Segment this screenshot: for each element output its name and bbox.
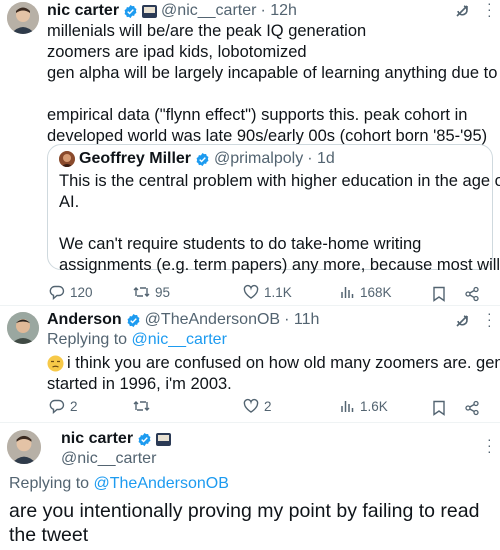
repost-count: 95: [155, 284, 171, 300]
replying-to-link[interactable]: @TheAndersonOB: [94, 475, 229, 492]
more-icon[interactable]: · · ·: [487, 306, 492, 332]
quote-text: This is the central problem with higher …: [59, 171, 500, 276]
views-button[interactable]: 1.6K: [339, 398, 388, 414]
tweet1-header: nic carter @nic__carter · 12h: [47, 2, 297, 20]
author-name[interactable]: nic carter: [47, 2, 119, 20]
share-icon[interactable]: [464, 400, 480, 421]
quote-timestamp: · 1d: [307, 150, 335, 167]
views-icon: [341, 287, 354, 298]
avatar-geoffrey-miller: [59, 151, 75, 167]
tweet-line: the tweet: [9, 524, 89, 546]
quoted-tweet-card[interactable]: Geoffrey Miller @primalpoly · 1d This is…: [47, 144, 500, 274]
reply-icon: [49, 285, 65, 300]
divider: [0, 305, 500, 306]
tweet2-header: Anderson @TheAndersonOB · 11h: [47, 311, 319, 329]
reply-button[interactable]: 120: [49, 284, 93, 300]
views-icon: [341, 401, 354, 412]
tweet-line: i think you are confused on how old many…: [67, 354, 500, 372]
tweet-line: gen alpha will be largely incapable of l…: [47, 64, 500, 82]
like-count: 2: [264, 398, 272, 414]
reply-count: 2: [70, 398, 78, 414]
quote-author-name: Geoffrey Miller: [79, 150, 192, 167]
unamused-face-emoji: [47, 355, 64, 372]
repost-button[interactable]: [133, 398, 155, 414]
replying-to: Replying to @TheAndersonOB: [9, 475, 229, 493]
replying-to-link[interactable]: @nic__carter: [132, 331, 227, 348]
replying-prefix: Replying to: [47, 331, 128, 348]
tweet-line: started in 1996, i'm 2003.: [47, 375, 232, 393]
grok-icon[interactable]: [454, 313, 470, 334]
quote-line: We can't require students to do take-hom…: [59, 235, 422, 253]
like-icon: [243, 398, 259, 413]
like-count: 1.1K: [264, 284, 292, 300]
replying-prefix: Replying to: [9, 475, 90, 492]
like-icon: [243, 284, 259, 299]
divider: [0, 422, 500, 423]
tweet-line: are you intentionally proving my point b…: [9, 500, 480, 522]
views-count: 1.6K: [360, 398, 388, 414]
bookmark-icon[interactable]: [432, 286, 446, 307]
author-handle[interactable]: @nic__carter: [161, 2, 256, 20]
verified-badge-icon: [127, 313, 140, 327]
tweet-line: millenials will be/are the peak IQ gener…: [47, 22, 367, 40]
author-handle[interactable]: @nic__carter: [61, 450, 156, 468]
like-button[interactable]: 2: [243, 398, 272, 414]
reply-count: 120: [70, 284, 93, 300]
verified-badge-icon: [196, 152, 209, 166]
quote-author-handle: @primalpoly: [214, 150, 304, 167]
verified-badge-icon: [124, 4, 137, 18]
views-count: 168K: [360, 284, 392, 300]
tweet3-header: nic carter: [61, 430, 172, 448]
tweet-line: empirical data ("flynn effect") supports…: [47, 106, 468, 124]
tweet2-text: i think you are confused on how old many…: [47, 353, 500, 395]
like-button[interactable]: 1.1K: [243, 284, 292, 300]
verified-badge-icon: [138, 432, 151, 446]
replying-to: Replying to @nic__carter: [47, 331, 227, 349]
timestamp[interactable]: · 11h: [284, 311, 319, 329]
repost-icon: [133, 287, 150, 297]
quote-header: Geoffrey Miller @primalpoly · 1d: [79, 150, 335, 168]
quote-line: assignments (e.g. term papers) any more,…: [59, 256, 500, 274]
repost-icon: [133, 401, 150, 411]
author-name[interactable]: nic carter: [61, 430, 133, 448]
reply-button[interactable]: 2: [49, 398, 78, 414]
quote-line: This is the central problem with higher …: [59, 172, 500, 190]
quote-line: AI.: [59, 193, 80, 211]
affiliate-badge-icon: [142, 4, 158, 18]
tweet3-text: are you intentionally proving my point b…: [9, 499, 494, 547]
tweet1-text: millenials will be/are the peak IQ gener…: [47, 21, 500, 147]
avatar-nic-carter[interactable]: [7, 2, 39, 34]
more-icon[interactable]: · · ·: [487, 432, 492, 458]
author-handle[interactable]: @TheAndersonOB: [145, 311, 280, 329]
share-icon[interactable]: [464, 286, 480, 307]
affiliate-badge-icon: [156, 432, 172, 446]
repost-button[interactable]: 95: [133, 284, 170, 300]
avatar-anderson[interactable]: [7, 312, 39, 344]
more-icon[interactable]: · · ·: [487, 0, 492, 22]
views-button[interactable]: 168K: [339, 284, 392, 300]
timestamp[interactable]: · 12h: [260, 2, 296, 20]
reply-icon: [49, 399, 65, 414]
tweet-line: zoomers are ipad kids, lobotomized: [47, 43, 307, 61]
author-name[interactable]: Anderson: [47, 311, 122, 329]
bookmark-icon[interactable]: [432, 400, 446, 421]
avatar-nic-carter[interactable]: [7, 430, 41, 464]
